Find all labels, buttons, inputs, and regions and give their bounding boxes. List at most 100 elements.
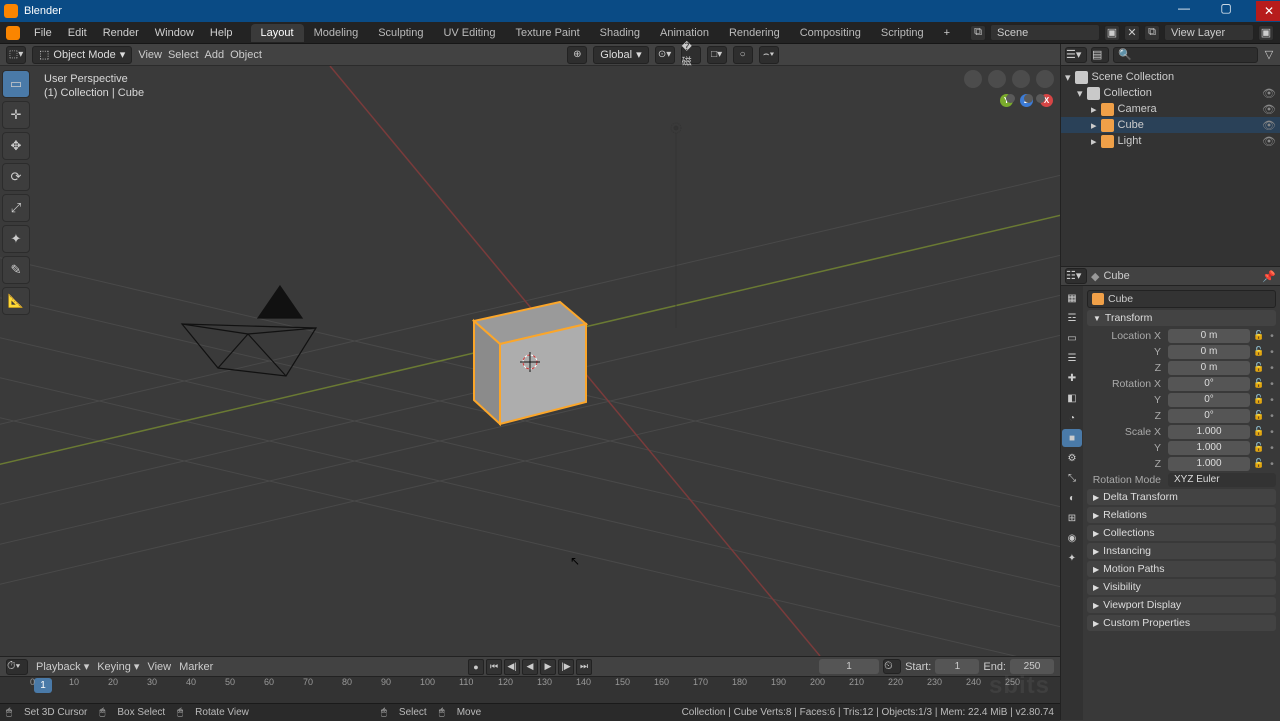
- timeline-track[interactable]: 1 01020304050607080901001101201301401501…: [0, 677, 1060, 703]
- prop-tab-12[interactable]: ◉: [1062, 529, 1082, 547]
- close-button[interactable]: ✕: [1256, 1, 1280, 21]
- tab-shading[interactable]: Shading: [590, 24, 650, 42]
- measure-tool[interactable]: 📐: [2, 287, 30, 315]
- scene-name-field[interactable]: Scene: [990, 24, 1100, 41]
- instancing-header[interactable]: ▶Instancing: [1087, 543, 1276, 559]
- custom-properties-header[interactable]: ▶Custom Properties: [1087, 615, 1276, 631]
- tab-rendering[interactable]: Rendering: [719, 24, 790, 42]
- properties-editor-button[interactable]: ☷▾: [1065, 268, 1087, 284]
- rotate-tool[interactable]: ⟳: [2, 163, 30, 191]
- jump-end-button[interactable]: ⏭: [576, 659, 592, 675]
- rotation-mode-select[interactable]: XYZ Euler: [1168, 473, 1276, 487]
- visibility-toggle[interactable]: 👁: [1262, 119, 1276, 132]
- tab-scripting[interactable]: Scripting: [871, 24, 934, 42]
- rotation-z-field[interactable]: 0°: [1168, 409, 1250, 423]
- prop-tab-9[interactable]: ⤡: [1062, 469, 1082, 487]
- tab-modeling[interactable]: Modeling: [304, 24, 369, 42]
- visibility-header[interactable]: ▶Visibility: [1087, 579, 1276, 595]
- playback-menu[interactable]: Playback ▾: [36, 660, 89, 673]
- current-frame-field[interactable]: 1: [819, 659, 879, 674]
- select-menu[interactable]: Select: [168, 49, 199, 61]
- mode-selector[interactable]: ⬚Object Mode ▾: [32, 46, 132, 64]
- prop-tab-6[interactable]: ◔: [1062, 409, 1082, 427]
- 3d-viewport[interactable]: ▭ ✛ ✥ ⟳ ⤢ ✦ ✎ 📐 User Perspective (1) Col…: [0, 66, 1060, 656]
- visibility-toggle[interactable]: 👁: [1262, 135, 1276, 148]
- viewport-display-header[interactable]: ▶Viewport Display: [1087, 597, 1276, 613]
- snap-button[interactable]: �磁: [681, 46, 701, 64]
- transform-section-header[interactable]: ▼Transform: [1087, 310, 1276, 326]
- scene-new-button[interactable]: ▣: [1104, 25, 1120, 41]
- timeline-editor-button[interactable]: ⏱▾: [6, 659, 28, 675]
- motion-paths-header[interactable]: ▶Motion Paths: [1087, 561, 1276, 577]
- proportional-falloff-button[interactable]: ⌢▾: [759, 46, 779, 64]
- prop-tab-0[interactable]: ▦: [1062, 289, 1082, 307]
- prop-tab-5[interactable]: ◧: [1062, 389, 1082, 407]
- orientation-icon[interactable]: ⊕: [567, 46, 587, 64]
- prop-tab-7[interactable]: ■: [1062, 429, 1082, 447]
- tab-compositing[interactable]: Compositing: [790, 24, 871, 42]
- tab-texture-paint[interactable]: Texture Paint: [505, 24, 589, 42]
- maximize-button[interactable]: ▢: [1214, 1, 1238, 21]
- viewlayer-name-field[interactable]: View Layer: [1164, 24, 1254, 41]
- editor-type-button[interactable]: ⬚▾: [6, 46, 26, 64]
- cursor-tool[interactable]: ✛: [2, 101, 30, 129]
- transform-orientation[interactable]: Global ▾: [593, 46, 648, 64]
- rotation-y-field[interactable]: 0°: [1168, 393, 1250, 407]
- prop-tab-1[interactable]: ☲: [1062, 309, 1082, 327]
- start-frame-field[interactable]: 1: [935, 659, 979, 674]
- rotation-x-field[interactable]: 0°: [1168, 377, 1250, 391]
- scale-z-field[interactable]: 1.000: [1168, 457, 1250, 471]
- outliner-display-mode[interactable]: ▤: [1091, 47, 1109, 63]
- menu-help[interactable]: Help: [202, 27, 241, 39]
- tab-uv-editing[interactable]: UV Editing: [433, 24, 505, 42]
- preview-range-button[interactable]: ⏲: [883, 659, 901, 674]
- relations-header[interactable]: ▶Relations: [1087, 507, 1276, 523]
- view-perspective-icon[interactable]: [988, 70, 1006, 88]
- prop-tab-13[interactable]: ✦: [1062, 549, 1082, 567]
- scale-y-field[interactable]: 1.000: [1168, 441, 1250, 455]
- annotate-tool[interactable]: ✎: [2, 256, 30, 284]
- minimize-button[interactable]: —: [1172, 1, 1196, 21]
- snap-target-button[interactable]: □▾: [707, 46, 727, 64]
- location-x-field[interactable]: 0 m: [1168, 329, 1250, 343]
- visibility-toggle[interactable]: 👁: [1262, 87, 1276, 100]
- view-zoom-icon[interactable]: [1036, 70, 1054, 88]
- add-menu[interactable]: Add: [205, 49, 225, 61]
- tab-sculpting[interactable]: Sculpting: [368, 24, 433, 42]
- location-z-field[interactable]: 0 m: [1168, 361, 1250, 375]
- view-menu[interactable]: View: [138, 49, 162, 61]
- prop-tab-8[interactable]: ⚙: [1062, 449, 1082, 467]
- marker-menu[interactable]: Marker: [179, 661, 213, 673]
- tab-animation[interactable]: Animation: [650, 24, 719, 42]
- properties-panel[interactable]: Cube ▼Transform Location X0 m🔓• Y0 m🔓• Z…: [1083, 286, 1280, 720]
- prop-tab-10[interactable]: ◐: [1062, 489, 1082, 507]
- scale-x-field[interactable]: 1.000: [1168, 425, 1250, 439]
- axis-gizmo[interactable]: Z X Y: [1000, 94, 1054, 148]
- view-camera-icon[interactable]: [964, 70, 982, 88]
- transform-tool[interactable]: ✦: [2, 225, 30, 253]
- prop-tab-2[interactable]: ▭: [1062, 329, 1082, 347]
- visibility-toggle[interactable]: 👁: [1262, 103, 1276, 116]
- object-name-field[interactable]: Cube: [1087, 290, 1276, 308]
- move-tool[interactable]: ✥: [2, 132, 30, 160]
- menu-render[interactable]: Render: [95, 27, 147, 39]
- menu-edit[interactable]: Edit: [60, 27, 95, 39]
- view-pan-icon[interactable]: [1012, 70, 1030, 88]
- viewport-nav-gizmo[interactable]: Z X Y: [964, 70, 1054, 148]
- scale-tool[interactable]: ⤢: [2, 194, 30, 222]
- timeline-view-menu[interactable]: View: [147, 661, 171, 673]
- pivot-button[interactable]: ⊙▾: [655, 46, 675, 64]
- menu-file[interactable]: File: [26, 27, 60, 39]
- keyframe-prev-button[interactable]: ◀|: [504, 659, 520, 675]
- lock-icon[interactable]: 🔓: [1253, 330, 1265, 341]
- scene-browse-icon[interactable]: ⧉: [970, 25, 986, 41]
- outliner-tree[interactable]: ▾Scene Collection ▾Collection👁 ▸Camera👁▸…: [1061, 66, 1280, 266]
- pin-icon[interactable]: 📌: [1262, 270, 1276, 283]
- outliner-filter-button[interactable]: ▽: [1262, 48, 1276, 61]
- collections-header[interactable]: ▶Collections: [1087, 525, 1276, 541]
- outliner-search-input[interactable]: 🔍: [1113, 47, 1258, 63]
- outliner-editor-button[interactable]: ☰▾: [1065, 47, 1087, 63]
- jump-start-button[interactable]: ⏮: [486, 659, 502, 675]
- playhead[interactable]: 1: [34, 678, 52, 693]
- menu-window[interactable]: Window: [147, 27, 202, 39]
